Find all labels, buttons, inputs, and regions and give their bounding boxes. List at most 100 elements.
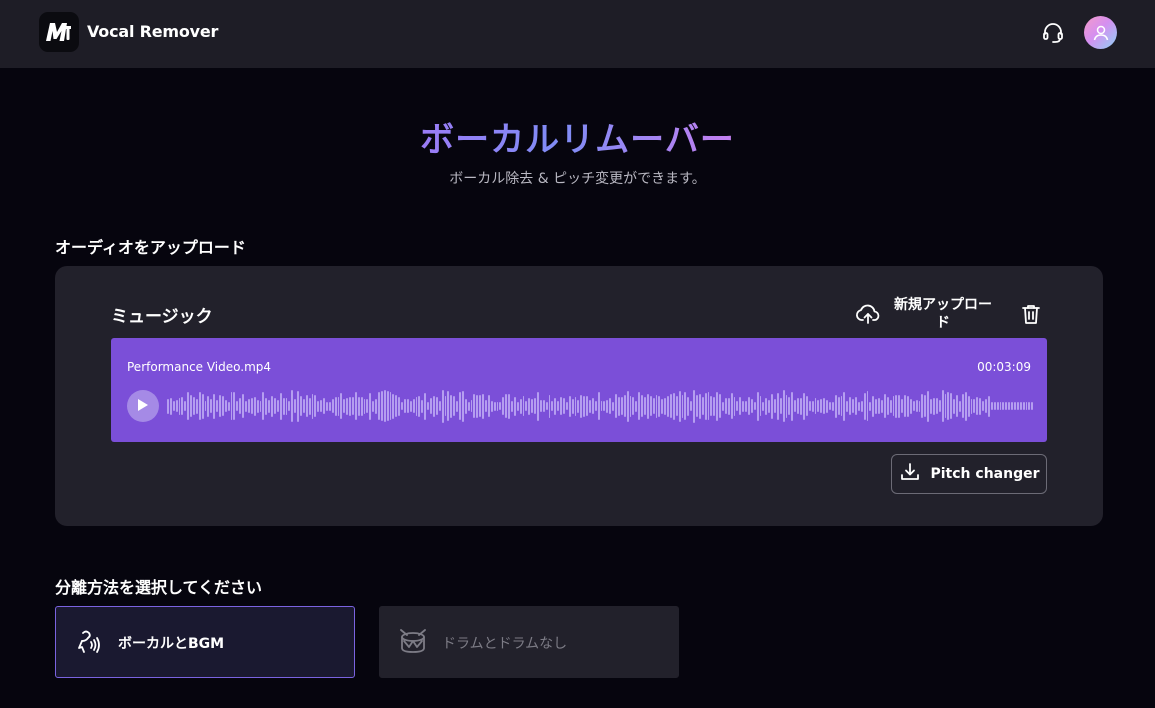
waveform-bar [201, 393, 204, 419]
waveform-bar [878, 398, 880, 414]
cloud-upload-icon [855, 302, 881, 326]
waveform-bar [756, 391, 759, 421]
user-avatar-icon[interactable] [1084, 16, 1117, 49]
waveform-bar [918, 400, 921, 412]
waveform-bar [710, 396, 713, 416]
app-title: Vocal Remover [87, 22, 219, 41]
option-vocal-bgm[interactable]: ボーカルとBGM [55, 606, 355, 678]
waveform-bar [837, 397, 840, 415]
option-drums[interactable]: ドラムとドラムなし [379, 606, 679, 678]
waveform-bar [693, 389, 695, 423]
waveform-bar [722, 401, 724, 411]
waveform-bar [340, 393, 343, 419]
waveform-bar [834, 394, 837, 418]
waveform-bar [291, 390, 294, 422]
waveform-bar [508, 393, 510, 419]
waveform[interactable] [167, 388, 1034, 424]
waveform-bar [967, 395, 970, 417]
waveform-bar [959, 400, 961, 412]
waveform-bar [597, 392, 600, 420]
waveform-bar [305, 395, 308, 417]
trash-icon[interactable] [1019, 302, 1043, 326]
pitch-changer-button[interactable]: Pitch changer [891, 454, 1047, 494]
waveform-bar [490, 400, 493, 412]
waveform-bar [629, 395, 632, 417]
waveform-bar [554, 397, 557, 415]
headset-icon[interactable] [1040, 20, 1066, 46]
waveform-bar [288, 401, 291, 411]
waveform-bar [606, 399, 609, 413]
waveform-bar [733, 396, 736, 416]
waveform-bar [213, 393, 216, 419]
play-button[interactable] [127, 390, 159, 422]
waveform-bar [187, 392, 190, 420]
waveform-bar [603, 401, 606, 411]
waveform-bar [1025, 402, 1028, 410]
waveform-bar [343, 399, 346, 413]
waveform-bar [470, 400, 473, 412]
waveform-bar [268, 399, 271, 413]
waveform-bar [678, 390, 681, 422]
waveform-bar [999, 402, 1002, 410]
waveform-bar [1005, 402, 1008, 410]
waveform-bar [762, 401, 765, 411]
waveform-bar [169, 397, 172, 415]
waveform-bar [979, 397, 982, 415]
waveform-bar [271, 395, 273, 417]
drum-icon [398, 627, 428, 657]
waveform-bar [175, 400, 178, 412]
waveform-bar [930, 398, 933, 414]
waveform-bar [641, 395, 643, 417]
waveform-bar [750, 399, 753, 413]
page-title-text: ボーカルリムーバー [420, 120, 735, 160]
waveform-bar [496, 401, 499, 411]
waveform-bar [479, 395, 482, 417]
waveform-bar [895, 394, 898, 418]
waveform-bar [366, 399, 369, 413]
waveform-bar [831, 401, 834, 411]
waveform-bar [802, 392, 805, 420]
waveform-bar [516, 401, 519, 411]
waveform-bar [1028, 402, 1031, 410]
waveform-bar [198, 392, 201, 420]
waveform-bar [1022, 402, 1025, 410]
waveform-bar [620, 397, 623, 415]
waveform-bar [383, 390, 386, 422]
waveform-bar [889, 399, 892, 413]
waveform-bar [1002, 402, 1005, 410]
waveform-bar [938, 400, 941, 412]
waveform-bar [759, 396, 762, 416]
vocal-wave-icon [74, 627, 104, 657]
waveform-bar [467, 401, 470, 411]
upload-section-heading: オーディオをアップロード [55, 238, 246, 257]
play-icon [137, 397, 149, 416]
waveform-bar [684, 392, 687, 420]
waveform-bar [658, 395, 661, 417]
waveform-bar [782, 390, 785, 422]
waveform-bar [328, 401, 331, 411]
waveform-bar [502, 397, 505, 415]
waveform-bar [487, 395, 490, 417]
waveform-bar [719, 394, 721, 418]
logo-m-icon[interactable] [39, 12, 79, 52]
waveform-bar [846, 400, 849, 412]
waveform-bar [852, 399, 854, 413]
waveform-bar [907, 395, 909, 417]
waveform-bar [681, 394, 684, 418]
waveform-bar [276, 400, 279, 412]
waveform-bar [565, 402, 568, 410]
waveform-bar [944, 394, 947, 418]
waveform-bar [990, 402, 993, 410]
waveform-bar [985, 399, 987, 413]
new-upload-button[interactable]: 新規アップロード [855, 294, 999, 334]
waveform-bar [886, 397, 889, 415]
waveform-bar [704, 392, 707, 420]
waveform-bar [860, 400, 863, 412]
waveform-bar [1013, 402, 1016, 410]
waveform-bar [826, 399, 828, 413]
waveform-bar [690, 401, 693, 411]
waveform-bar [285, 397, 288, 415]
waveform-bar [352, 397, 354, 415]
waveform-bar [239, 398, 242, 414]
waveform-bar [915, 400, 918, 412]
